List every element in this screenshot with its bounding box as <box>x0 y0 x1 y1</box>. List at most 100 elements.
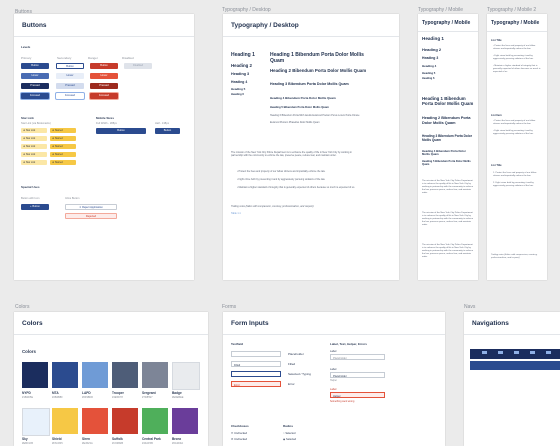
primary-pressed-button[interactable]: Pressed <box>21 83 49 89</box>
left-heading-3: Heading 3 <box>422 56 439 60</box>
icon-button[interactable]: + Button <box>21 204 49 210</box>
selected-label: Selected / Typing <box>288 372 311 376</box>
body-paragraph: The mission of the New York City Police … <box>422 212 474 226</box>
heading-5: Heading 5 Bibendum Porta Dolor Mollis Qu… <box>270 106 329 109</box>
star-label: Star Link <box>25 145 36 148</box>
star-link-button[interactable]: ★ Star Link <box>21 144 47 149</box>
nav-icon[interactable] <box>498 351 503 354</box>
color-swatch <box>142 408 168 434</box>
danger-pressed-button[interactable]: Pressed <box>90 83 118 89</box>
typography-desktop-card: Typography / Desktop Heading 1 Heading 2… <box>223 14 399 280</box>
primary-focused-button[interactable]: Focused <box>21 93 49 99</box>
half-label: Half - 138px <box>155 122 169 125</box>
nav-icon[interactable] <box>482 351 487 354</box>
error-value: Error <box>234 383 240 387</box>
selected-input[interactable] <box>231 371 281 377</box>
star-label: Star Link <box>25 161 36 164</box>
disabled-button: Disabled <box>124 63 152 69</box>
error-input[interactable]: Error <box>231 381 281 387</box>
swatch-hex: #E8F1FB <box>22 442 33 445</box>
checkbox-item[interactable]: ☐ Unchecked <box>231 432 247 435</box>
placeholder-input[interactable] <box>231 351 281 357</box>
secondary-button[interactable]: Button <box>56 63 84 69</box>
swatch-hex: #7D8597 <box>142 396 153 399</box>
color-swatch <box>22 362 48 388</box>
half-button[interactable]: Button <box>155 128 180 134</box>
list-bullet: 1. Protect the lives and property of our… <box>493 172 537 177</box>
nav-icon[interactable] <box>546 351 551 354</box>
color-swatch <box>112 362 138 388</box>
star-label: Starred <box>54 153 63 156</box>
helper-text: Helper <box>330 379 338 382</box>
col-secondary: Secondary <box>57 56 72 60</box>
list-bullet: • Protect the lives and property of our … <box>493 45 536 50</box>
star-label: Starred <box>54 129 63 132</box>
secondary-pressed-button[interactable]: Pressed <box>56 83 84 89</box>
swatch-hex: #4E5D78 <box>112 396 123 399</box>
nav-bar[interactable] <box>470 349 560 359</box>
form-inputs-card: Form Inputs Textfield Placeholder Filled… <box>223 312 445 446</box>
swatch-name: NYPD <box>22 391 31 395</box>
filled-label: Filled <box>288 362 296 366</box>
star-link-sub: Star Link (via Bookmarks) <box>21 122 51 125</box>
card-title: Typography / Mobile <box>422 20 471 26</box>
levels-heading: Levels <box>21 45 31 49</box>
star-link-button[interactable]: ★ Star Link <box>21 152 47 157</box>
nav-icon[interactable] <box>514 351 519 354</box>
danger-hover-button[interactable]: Hover <box>90 73 118 79</box>
placeholder-label: Placeholder <box>288 352 304 356</box>
swatch-hex: #6F9BD6 <box>82 396 93 399</box>
swatch-name: LAPD <box>82 391 91 395</box>
color-swatch <box>142 362 168 388</box>
swatch-name: Siren <box>82 437 90 441</box>
swatch-name: Central Park <box>142 437 161 441</box>
field-label: Label <box>330 368 337 371</box>
secondary-focused-button[interactable]: Focused <box>56 93 84 99</box>
button-with-icon-label: Button with Icon <box>21 197 40 200</box>
section-label-colors: Colors <box>15 304 30 310</box>
section-label-typo-desktop: Typography / Desktop <box>222 7 271 13</box>
error-field-label: Label <box>330 388 337 391</box>
star-label: Star Link <box>25 137 36 140</box>
primary-button[interactable]: Button <box>21 63 49 69</box>
danger-button[interactable]: Button <box>90 63 118 69</box>
icon-button-label: Button <box>32 205 40 208</box>
heading-3: Heading 3 Bibendum Porta Dolor Mollis Qu… <box>422 134 472 142</box>
left-heading-4: Heading 4 <box>231 80 248 84</box>
card-title: Navigations <box>472 320 509 327</box>
section-label-typo-mobile2: Typography / Mobile 2 <box>487 7 537 13</box>
nav-icon[interactable] <box>530 351 535 354</box>
checkboxes-heading: Checkboxes <box>231 424 249 428</box>
radio-item[interactable]: ○ Selected <box>283 432 295 435</box>
radio-item[interactable]: ◉ Selected <box>283 438 296 441</box>
starred-button[interactable]: ★ Starred <box>50 128 76 133</box>
full-width-button[interactable]: Button <box>96 128 146 134</box>
nav-bar-secondary[interactable] <box>470 361 560 370</box>
star-link-button[interactable]: ★ Star Link <box>21 160 47 165</box>
star-label: Star Link <box>25 153 36 156</box>
left-heading-4: Heading 4 <box>422 64 437 68</box>
starred-button[interactable]: ★ Starred <box>50 136 76 141</box>
card-title: Typography / Desktop <box>231 22 299 29</box>
secondary-hover-button[interactable]: Hover <box>56 73 84 79</box>
error-field-input[interactable]: Helper <box>330 392 385 398</box>
star-link-button[interactable]: ★ Star Link <box>21 136 47 141</box>
primary-hover-button[interactable]: Hover <box>21 73 49 79</box>
swatch-name: MTA <box>52 391 59 395</box>
body-paragraph: The mission of the New York City Police … <box>422 180 474 194</box>
swatch-hex: #E4523A <box>82 442 93 445</box>
label-input[interactable]: Placeholder <box>330 372 385 378</box>
left-heading-5: Heading 5 <box>231 87 246 91</box>
colors-card: Colors Colors NYPD #1B2D5E MTA #2B4B8F LAPD #… <box>14 312 208 446</box>
error-label: Error <box>288 382 295 386</box>
reject-application-button[interactable]: ✕ Reject Application <box>65 204 117 210</box>
starred-button[interactable]: ★ Starred <box>50 152 76 157</box>
star-link-button[interactable]: ★ Star Link <box>21 128 47 133</box>
checkbox-item[interactable]: ☑ Unchecked <box>231 438 247 441</box>
danger-focused-button[interactable]: Focused <box>90 93 118 99</box>
starred-button[interactable]: ★ Starred <box>50 160 76 165</box>
input-value: Placeholder <box>333 374 347 378</box>
filled-input[interactable]: Filled <box>231 361 281 367</box>
starred-button[interactable]: ★ Starred <box>50 144 76 149</box>
label-input[interactable]: Placeholder <box>330 354 385 360</box>
